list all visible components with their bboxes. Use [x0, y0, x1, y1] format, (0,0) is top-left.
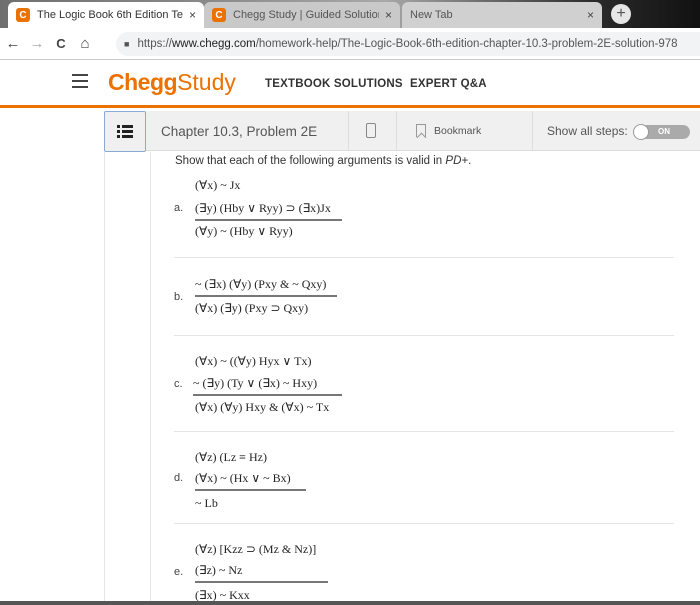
hamburger-menu-icon[interactable] — [72, 74, 88, 88]
tab-chegg-study[interactable]: C Chegg Study | Guided Solutions × — [204, 2, 400, 28]
browser-tab-strip: C The Logic Book 6th Edition Textb × C C… — [0, 0, 700, 28]
problem-title: Chapter 10.3, Problem 2E — [161, 124, 317, 139]
divider — [532, 111, 533, 151]
lock-icon: ■ — [124, 39, 129, 49]
list-icon — [117, 125, 133, 138]
window-bottom-edge — [0, 601, 700, 605]
argument-letter: b. — [174, 291, 183, 303]
chegg-favicon-icon: C — [16, 8, 30, 22]
separator — [174, 257, 674, 258]
separator — [174, 431, 674, 432]
inference-rule-line — [195, 219, 342, 221]
show-all-steps-label: Show all steps: — [547, 124, 628, 138]
inference-rule-line — [195, 581, 328, 583]
tab-title: New Tab — [410, 9, 581, 21]
inference-rule-line — [193, 394, 342, 396]
premise: (∃z) ~ Nz — [195, 563, 242, 578]
url-path: /homework-help/The-Logic-Book-6th-editio… — [256, 38, 678, 50]
argument-letter: d. — [174, 472, 183, 484]
argument-letter: a. — [174, 202, 183, 214]
chegg-study-logo[interactable]: CheggStudy — [108, 69, 236, 96]
problem-toolbar: Chapter 10.3, Problem 2E Bookmark Show a… — [104, 111, 700, 151]
premise: (∀z) [Kzz ⊃ (Mz & Nz)] — [195, 542, 316, 557]
premise: ~ (∃x) (∀y) (Pxy & ~ Qxy) — [195, 277, 326, 292]
toggle-state-label: ON — [658, 127, 670, 136]
premise: (∀x) ~ Jx — [195, 178, 240, 193]
home-icon[interactable]: ⌂ — [74, 35, 96, 52]
premise: (∀x) ~ ((∀y) Hyx ∨ Tx) — [195, 354, 311, 369]
close-tab-icon[interactable]: × — [385, 8, 392, 22]
argument-letter: c. — [174, 378, 183, 390]
nav-textbook-solutions[interactable]: TEXTBOOK SOLUTIONS — [265, 78, 403, 90]
inference-rule-line — [195, 295, 337, 297]
divider — [348, 111, 349, 151]
table-of-contents-button[interactable] — [104, 111, 146, 152]
conclusion: (∀x) (∀y) Hxy & (∀x) ~ Tx — [195, 400, 329, 415]
bookmark-icon[interactable] — [416, 124, 426, 137]
premise: ~ (∃y) (Ty ∨ (∃x) ~ Hxy) — [193, 376, 317, 391]
inference-rule-line — [195, 489, 306, 491]
premise: (∀z) (Lz ≡ Hz) — [195, 450, 267, 465]
tab-new-tab[interactable]: New Tab × — [402, 2, 602, 28]
mobile-view-icon[interactable] — [366, 123, 376, 138]
new-tab-button[interactable]: + — [611, 4, 631, 24]
argument-letter: e. — [174, 566, 183, 578]
conclusion: ~ Lb — [195, 496, 218, 511]
address-bar[interactable]: ■ https://www.chegg.com/homework-help/Th… — [116, 32, 700, 56]
conclusion: (∀y) ~ (Hby ∨ Ryy) — [195, 224, 293, 239]
divider — [396, 111, 397, 151]
reload-icon[interactable]: C — [50, 36, 72, 51]
logo-chegg: Chegg — [108, 69, 177, 95]
nav-expert-qa[interactable]: EXPERT Q&A — [410, 78, 487, 90]
close-tab-icon[interactable]: × — [587, 8, 594, 22]
toggle-knob[interactable] — [633, 124, 649, 140]
url-scheme: https:// — [137, 38, 172, 50]
premise: (∀x) ~ (Hx ∨ ~ Bx) — [195, 471, 291, 486]
back-arrow-icon[interactable]: ← — [2, 35, 24, 52]
chegg-favicon-icon: C — [212, 8, 226, 22]
problem-statement: Show that each of the following argument… — [175, 155, 471, 167]
show-all-steps-toggle[interactable]: ON — [634, 125, 690, 139]
conclusion: (∀x) (∃y) (Pxy ⊃ Qxy) — [195, 301, 308, 316]
tab-title: The Logic Book 6th Edition Textb — [37, 9, 183, 21]
site-header: CheggStudy TEXTBOOK SOLUTIONS EXPERT Q&A — [0, 60, 700, 108]
proof-system: PD+ — [445, 155, 468, 167]
premise: (∃y) (Hby ∨ Ryy) ⊃ (∃x)Jx — [195, 201, 331, 216]
browser-toolbar: ← → C ⌂ ■ https://www.chegg.com/homework… — [0, 28, 700, 60]
content-border — [104, 152, 105, 605]
separator — [174, 523, 674, 524]
url-host: www.chegg.com — [172, 38, 256, 50]
tab-title: Chegg Study | Guided Solutions — [233, 9, 379, 21]
bookmark-button[interactable]: Bookmark — [434, 125, 481, 137]
separator — [174, 335, 674, 336]
logo-study: Study — [177, 69, 236, 95]
intro-text: Show that each of the following argument… — [175, 155, 445, 167]
close-tab-icon[interactable]: × — [189, 8, 196, 22]
intro-end: . — [468, 155, 471, 167]
tab-logic-book[interactable]: C The Logic Book 6th Edition Textb × — [8, 2, 204, 28]
forward-arrow-icon[interactable]: → — [26, 35, 48, 52]
content-border — [150, 152, 151, 605]
